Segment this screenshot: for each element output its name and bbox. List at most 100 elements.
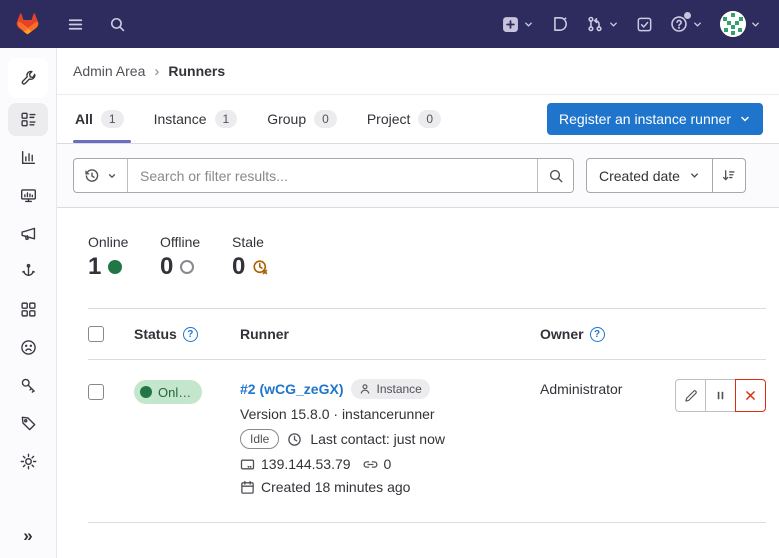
- gitlab-logo-icon[interactable]: [14, 11, 41, 37]
- breadcrumb-admin-area[interactable]: Admin Area: [73, 63, 145, 79]
- runner-link[interactable]: #2 (wCG_zeGX): [240, 381, 343, 397]
- search-submit-button[interactable]: [537, 159, 573, 192]
- breadcrumb-separator: ›: [154, 63, 159, 80]
- sort-controls: Created date: [586, 158, 746, 193]
- tab-group[interactable]: Group 0: [252, 95, 352, 143]
- delete-runner-button[interactable]: [735, 379, 766, 412]
- chevron-down-icon: [689, 170, 700, 181]
- sort-direction-button[interactable]: [713, 158, 746, 193]
- select-all-checkbox[interactable]: [88, 326, 104, 342]
- runner-owner-link[interactable]: Administrator: [540, 381, 675, 397]
- hook-anchor-icon: [20, 263, 37, 280]
- sidebar-item-messages[interactable]: [11, 217, 45, 250]
- issues-button[interactable]: [551, 15, 569, 33]
- breadcrumb: Admin Area › Runners: [57, 48, 779, 95]
- chevron-down-icon: [107, 171, 117, 181]
- filter-bar: Created date: [57, 144, 779, 208]
- sidebar-item-hooks[interactable]: [11, 255, 45, 288]
- link-icon: [363, 457, 378, 472]
- merge-request-icon: [586, 15, 604, 33]
- person-icon: [359, 383, 371, 395]
- chevron-down-icon: [750, 19, 761, 30]
- search-filter-box: [73, 158, 574, 193]
- tab-project[interactable]: Project 0: [352, 95, 456, 143]
- runner-actions: [675, 379, 766, 412]
- search-icon: [548, 168, 564, 184]
- megaphone-icon: [20, 225, 37, 242]
- tab-all[interactable]: All 1: [73, 95, 139, 143]
- wrench-icon: [20, 70, 37, 87]
- new-menu-button[interactable]: [502, 16, 534, 33]
- pause-runner-button[interactable]: [705, 379, 736, 412]
- recent-searches-dropdown[interactable]: [74, 159, 128, 192]
- main-content: Admin Area › Runners All 1 Instance 1 Gr…: [57, 48, 779, 558]
- issues-icon: [551, 15, 569, 33]
- plus-square-icon: [502, 16, 519, 33]
- runner-state-badge: Idle: [240, 429, 279, 449]
- stat-offline: Offline 0: [160, 234, 232, 281]
- stat-online: Online 1: [88, 234, 160, 281]
- tab-instance[interactable]: Instance 1: [139, 95, 253, 143]
- last-contact-text: Last contact: just now: [310, 431, 445, 447]
- row-checkbox[interactable]: [88, 384, 104, 400]
- user-menu-button[interactable]: [720, 11, 761, 37]
- owner-help-icon[interactable]: [590, 327, 605, 342]
- sidebar-item-analytics[interactable]: [11, 141, 45, 174]
- sidebar-item-labels[interactable]: [11, 407, 45, 440]
- bar-chart-icon: [20, 149, 37, 166]
- notification-dot: [684, 12, 691, 19]
- pause-icon: [714, 389, 727, 402]
- help-menu-button[interactable]: [670, 15, 703, 33]
- status-offline-circle-icon: [180, 260, 194, 274]
- stat-stale: Stale 0: [232, 234, 304, 281]
- sidebar-item-overview[interactable]: [8, 103, 48, 136]
- sort-descending-icon: [721, 168, 736, 183]
- search-input[interactable]: [128, 168, 537, 184]
- tab-project-count: 0: [418, 110, 441, 128]
- apps-grid-icon: [20, 301, 37, 318]
- runner-jobs-count[interactable]: 0: [384, 456, 392, 472]
- chevron-down-icon: [692, 19, 703, 30]
- gitlab-admin-runners-page: Admin Area › Runners All 1 Instance 1 Gr…: [0, 0, 779, 558]
- merge-requests-button[interactable]: [586, 15, 619, 33]
- online-dot-icon: [140, 386, 152, 398]
- tab-instance-count: 1: [215, 110, 238, 128]
- runner-type-tabs: All 1 Instance 1 Group 0 Project 0 Regis…: [57, 95, 779, 144]
- sidebar-item-monitoring[interactable]: [11, 179, 45, 212]
- chevron-down-icon: [523, 19, 534, 30]
- sidebar-item-applications[interactable]: [11, 293, 45, 326]
- edit-runner-button[interactable]: [675, 379, 706, 412]
- runners-content: Online 1 Offline 0 Stale 0: [57, 208, 779, 558]
- todos-button[interactable]: [636, 16, 653, 33]
- sidebar-item-deploy-keys[interactable]: [11, 369, 45, 402]
- runner-summary-cell: #2 (wCG_zeGX) Instance Version 15.8.0 · …: [240, 379, 540, 495]
- runner-row: Online #2 (wCG_zeGX) Instance Version 15…: [88, 360, 766, 523]
- history-icon: [84, 168, 100, 184]
- runner-ip-address: 139.144.53.79: [261, 456, 351, 472]
- hamburger-menu-icon[interactable]: [59, 8, 91, 40]
- runner-created-text: Created 18 minutes ago: [261, 479, 410, 495]
- runners-table: Status Runner Owner Online: [88, 308, 766, 523]
- todo-check-icon: [636, 16, 653, 33]
- sidebar-item-abuse-reports[interactable]: [11, 331, 45, 364]
- runner-type-badge: Instance: [351, 379, 429, 399]
- label-tag-icon: [20, 415, 37, 432]
- sort-by-dropdown[interactable]: Created date: [586, 158, 713, 193]
- sidebar-expand-icon[interactable]: [23, 526, 32, 546]
- status-online-dot-icon: [108, 260, 122, 274]
- gear-icon: [20, 453, 37, 470]
- status-help-icon[interactable]: [183, 327, 198, 342]
- pencil-icon: [684, 389, 698, 403]
- runner-status-badge: Online: [134, 380, 202, 404]
- sidebar-item-settings[interactable]: [11, 445, 45, 478]
- clock-icon: [287, 432, 302, 447]
- tab-all-count: 1: [101, 110, 124, 128]
- frown-face-icon: [20, 339, 37, 356]
- search-icon[interactable]: [101, 8, 133, 40]
- close-x-icon: [744, 389, 757, 402]
- admin-sidebar: [0, 48, 57, 558]
- sidebar-item-admin-tools[interactable]: [8, 58, 48, 98]
- overview-icon: [20, 111, 37, 128]
- user-avatar: [720, 11, 746, 37]
- register-instance-runner-button[interactable]: Register an instance runner: [547, 103, 763, 135]
